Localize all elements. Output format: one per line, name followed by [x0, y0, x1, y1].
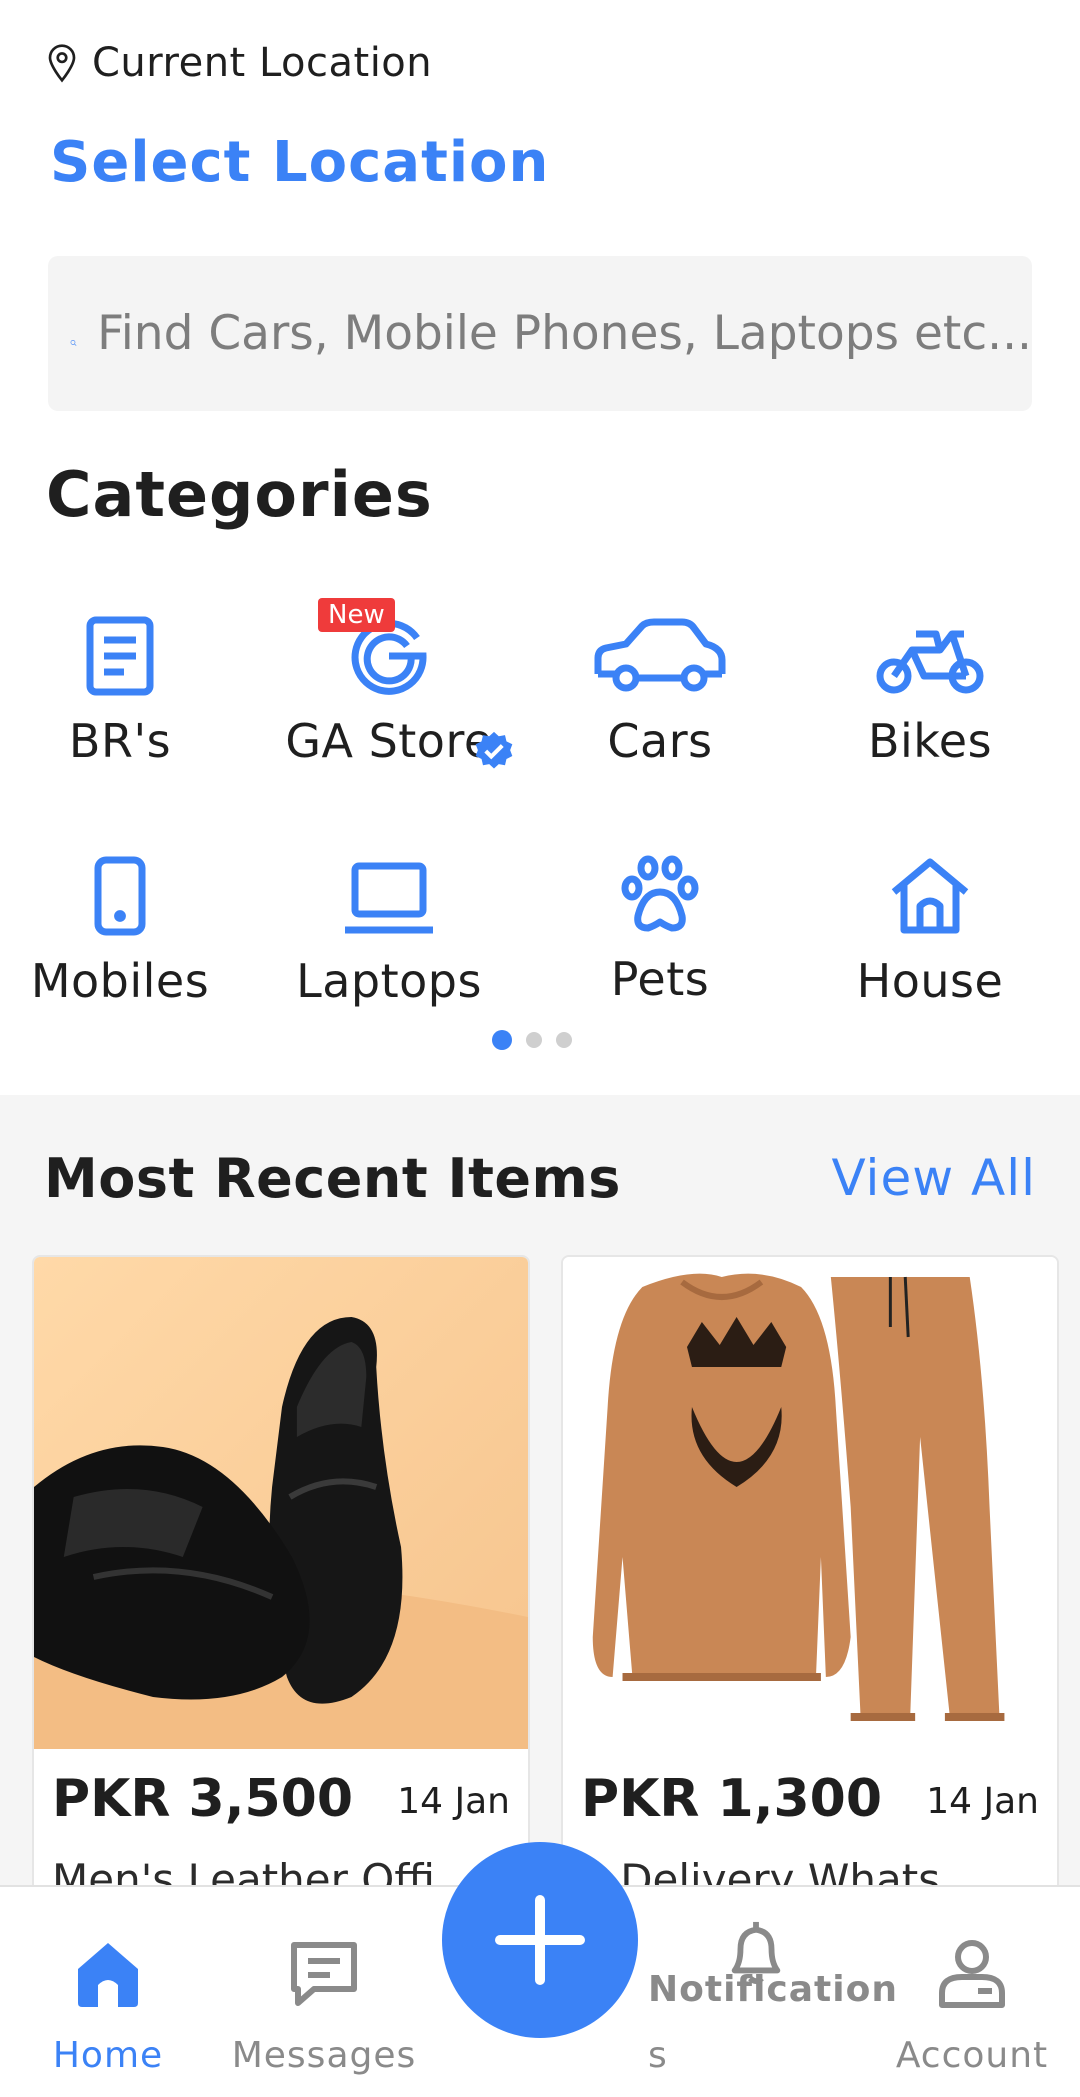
category-pets[interactable]: Pets: [525, 836, 795, 1006]
category-label: Bikes: [867, 714, 993, 768]
product-image-shoes: [34, 1257, 528, 1749]
category-label: BR's: [68, 714, 172, 768]
category-laptops[interactable]: Laptops: [254, 838, 524, 1008]
pager-dot-active[interactable]: [492, 1030, 512, 1050]
plus-icon: [495, 1895, 585, 1985]
nav-account-label: Account: [895, 2035, 1049, 2076]
category-brs[interactable]: BR's: [0, 598, 255, 768]
recent-items-title: Most Recent Items: [44, 1147, 621, 1210]
select-location-link[interactable]: Select Location: [50, 130, 549, 195]
category-label: Laptops: [296, 954, 482, 1008]
nav-messages-label: Messages: [231, 2035, 417, 2076]
new-badge: New: [318, 598, 395, 632]
current-location-row[interactable]: Current Location: [46, 40, 432, 86]
top-section: Current Location Select Location Find Ca…: [0, 0, 1080, 1095]
nav-notifications-label: Notification: [648, 1969, 898, 2010]
nav-messages[interactable]: Messages: [216, 1887, 432, 2097]
item-price: PKR 1,300: [581, 1769, 883, 1829]
verified-badge-icon: [475, 731, 513, 769]
house-icon: [891, 858, 969, 934]
item-price: PKR 3,500: [52, 1769, 354, 1829]
category-label: Cars: [607, 714, 713, 768]
category-label: Mobiles: [30, 954, 210, 1008]
pager-dot[interactable]: [526, 1032, 542, 1048]
nav-account[interactable]: Account: [864, 1887, 1080, 2097]
nav-home[interactable]: Home: [0, 1887, 216, 2097]
item-date: 14 Jan: [926, 1781, 1039, 1822]
account-icon: [939, 1940, 1005, 2008]
pager-dot[interactable]: [556, 1032, 572, 1048]
location-pin-icon: [48, 44, 76, 83]
nav-notifications-label-tail: s: [648, 2035, 667, 2076]
category-cars[interactable]: Cars: [525, 598, 795, 768]
categories-title: Categories: [46, 458, 433, 531]
mobile-phone-icon: [94, 856, 146, 936]
category-label: House: [856, 954, 1004, 1008]
nav-notifications-label-wrap: s: [648, 2035, 864, 2076]
category-bikes[interactable]: Bikes: [795, 598, 1065, 768]
home-icon: [78, 1943, 138, 2007]
search-icon: [70, 339, 77, 346]
category-pager[interactable]: [492, 1030, 572, 1050]
category-mobiles[interactable]: Mobiles: [0, 838, 255, 1008]
search-bar[interactable]: Find Cars, Mobile Phones, Laptops etc...: [48, 256, 1032, 411]
laptop-icon: [345, 862, 433, 934]
nav-home-label: Home: [52, 2035, 164, 2076]
paw-icon: [621, 855, 699, 932]
current-location-label: Current Location: [92, 40, 433, 86]
item-date: 14 Jan: [397, 1781, 510, 1822]
category-house[interactable]: House: [795, 838, 1065, 1008]
messages-icon: [291, 1942, 357, 2006]
search-placeholder: Find Cars, Mobile Phones, Laptops etc...: [97, 306, 1032, 361]
document-icon: [86, 616, 154, 696]
motorbike-icon: [876, 630, 984, 694]
view-all-link[interactable]: View All: [831, 1149, 1036, 1207]
car-icon: [594, 618, 726, 692]
category-label: Pets: [610, 952, 710, 1006]
nav-notifications[interactable]: Notification s: [648, 1887, 898, 2097]
product-image-tracksuit: [563, 1257, 1057, 1749]
add-listing-button[interactable]: [442, 1842, 638, 2038]
